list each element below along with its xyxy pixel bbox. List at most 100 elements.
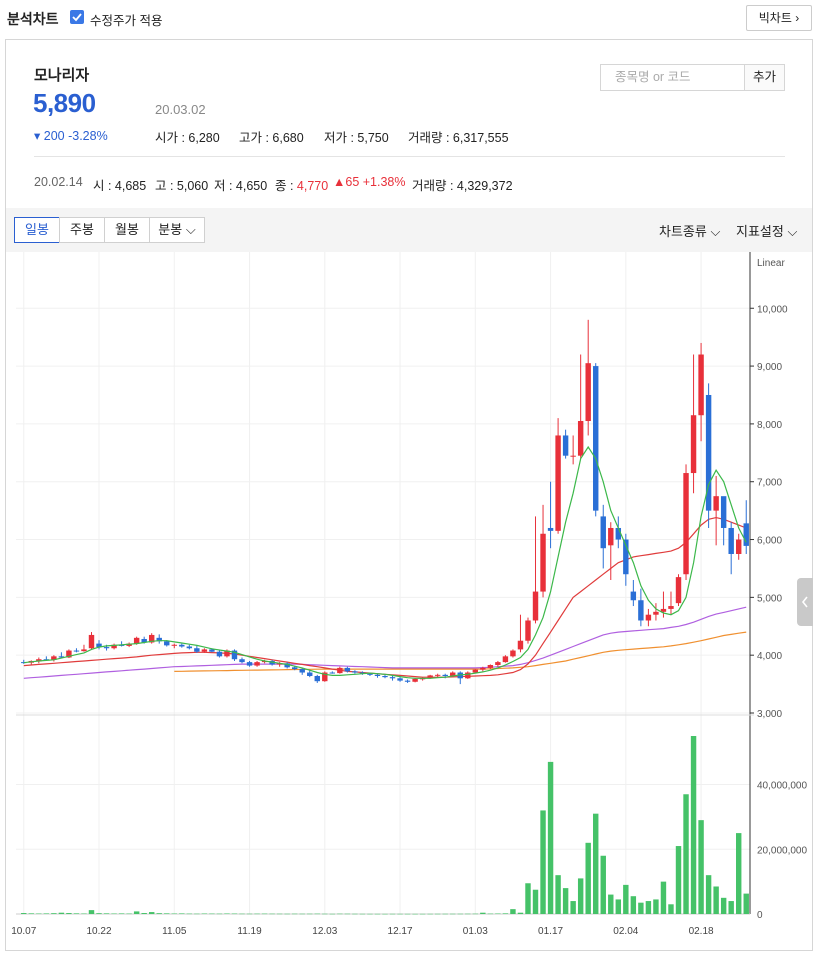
ma60-line [23,606,747,679]
quote-date: 20.03.02 [155,102,206,117]
volume-bar [126,913,132,915]
candle-body [201,649,208,652]
volume-bar [382,913,388,915]
volume-bar [111,913,117,915]
adjusted-price-checkbox[interactable] [70,10,84,24]
price-tick-label: 7,000 [757,478,782,489]
volume-bar [284,913,290,915]
candle-body [555,435,561,531]
candle-body [698,354,704,416]
volume-bar [359,913,366,915]
candle-body [683,473,689,575]
candle-body [254,662,260,666]
candle-body [547,527,554,531]
candle-body [239,659,245,663]
tab-daily[interactable]: 일봉 [14,217,60,243]
tab-minute[interactable]: 분봉 ⌵ [149,217,205,243]
candle-body [495,662,501,666]
volume-bar [743,893,749,914]
tab-monthly[interactable]: 월봉 [104,217,150,243]
candle-body [690,415,697,474]
volume-tick-label: 40,000,000 [757,781,807,792]
date-tick-label: 02.18 [689,926,714,937]
volume-bar [675,846,682,914]
prev-change: ▲65 +1.38% [333,175,406,189]
volume-bar [352,913,358,915]
date-tick-label: 11.19 [237,926,262,937]
volume-bar [246,913,253,915]
candle-body [736,539,742,554]
volume-bar [186,913,193,915]
candle-body [480,667,486,670]
volume-bar [540,810,546,914]
volume-bar [96,913,102,914]
volume-bar [307,913,313,915]
stock-chart[interactable]: 10,000 9,000 8,000 7,000 6,000 5,000 4,000 3,00… [0,252,819,952]
volume-bar [736,833,742,914]
candle-body [434,674,441,676]
price-tick-label: 3,000 [757,709,782,720]
volume-bar [103,913,110,914]
volume-bar [608,894,614,914]
date-tick-label: 01.17 [538,926,563,937]
candle-body [608,527,614,546]
volume-bar [720,897,727,914]
volume-bar [427,913,433,915]
candle-body [517,640,524,650]
volume-bar [600,855,606,914]
volume-bar [66,913,72,914]
volume-bar [457,913,463,915]
candle-body [344,667,351,672]
volume-bar [389,913,396,915]
candle-body [389,677,396,679]
volume-bar [615,899,622,914]
volume-bar [638,902,644,914]
volume-tick-label: 0 [757,910,763,921]
prev-date: 20.02.14 [34,175,83,189]
volume-tick-label: 20,000,000 [757,845,807,856]
volume-bar [201,913,208,915]
candle-body [472,669,479,673]
candle-body [562,435,569,456]
volume-bar [532,889,539,914]
candle-body [510,650,516,657]
price-tick-label: 10,000 [757,304,788,315]
ma120-line [174,631,747,672]
price-tick-label: 8,000 [757,420,782,431]
chevron-left-icon [801,596,808,608]
volume-bar [239,913,245,915]
candle-body [367,673,373,675]
prev-volume: 거래량 : 4,329,372 [412,179,513,193]
indicator-menu[interactable]: 지표설정 ⌵ [736,221,797,240]
date-tick-label: 11.05 [162,926,187,937]
volume-bar [653,899,659,914]
volume-bar [88,910,95,914]
volume-bar [555,875,561,914]
adjusted-price-label[interactable]: 수정주가 적용 [90,10,162,29]
stock-name: 모나리자 [34,67,90,84]
candle-body [630,591,637,601]
tab-weekly[interactable]: 주봉 [59,217,105,243]
candle-body [743,523,749,546]
candle-body [329,672,336,674]
side-panel-toggle[interactable] [797,578,813,626]
date-tick-label: 12.03 [312,926,337,937]
volume-bar [502,913,509,914]
search-input[interactable]: 종목명 or 코드 [600,64,746,91]
volume-bar [269,913,275,915]
candle-body [73,650,80,652]
volume-bar [73,913,80,914]
chart-type-menu[interactable]: 차트종류 ⌵ [659,221,720,240]
volume-bar [465,913,471,915]
big-chart-button[interactable]: 빅차트 › [746,5,812,31]
volume-bar [562,888,569,914]
page-title: 분석차트 [7,11,59,27]
volume-bar [231,913,238,915]
candle-body [404,680,411,682]
date-tick-label: 12.17 [388,926,413,937]
candle-body [103,647,110,649]
volume-bar [510,909,516,914]
volume-bar [397,913,403,915]
candle-body [382,675,388,678]
add-button[interactable]: 추가 [744,64,785,91]
